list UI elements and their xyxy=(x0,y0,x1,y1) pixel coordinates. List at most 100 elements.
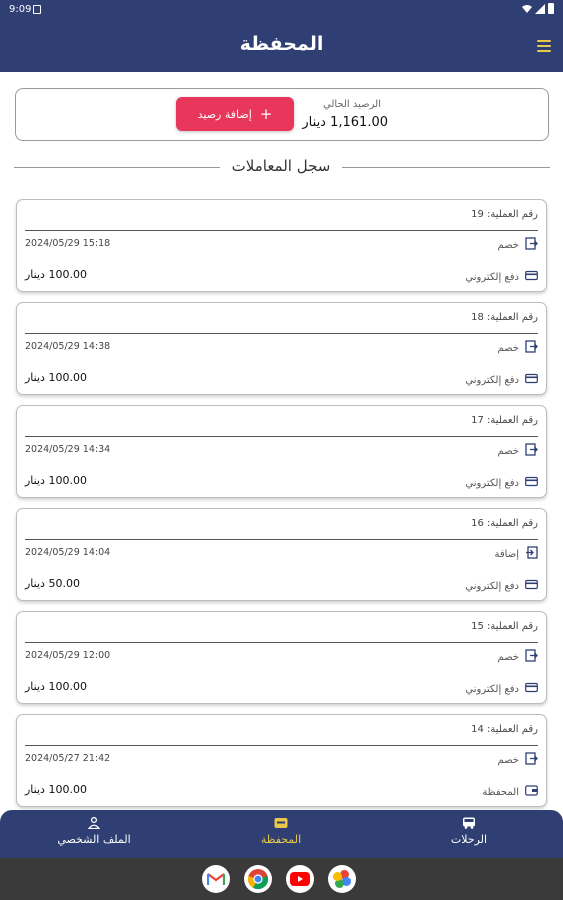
section-title: سجل المعاملات xyxy=(231,157,331,175)
debit-icon xyxy=(525,443,538,459)
transaction-method: دفع إلكتروني xyxy=(465,269,538,285)
transaction-type: إضافة xyxy=(495,546,538,562)
transaction-amount: 50.00 دينار xyxy=(25,577,80,590)
nav-trips-label: الرحلات xyxy=(450,833,488,846)
transaction-method-label: المحفظة xyxy=(482,786,519,798)
transaction-card: رقم العملية: 15 2024/05/29 12:00 خصم 100.00… xyxy=(16,611,547,704)
divider xyxy=(25,436,538,437)
app-bar: المحفظة xyxy=(0,20,563,72)
debit-icon xyxy=(525,649,538,665)
card-icon xyxy=(525,578,538,594)
transaction-method-label: دفع إلكتروني xyxy=(465,683,519,695)
transaction-card: رقم العملية: 18 2024/05/29 14:38 خصم 100.00… xyxy=(16,302,547,395)
divider xyxy=(25,539,538,540)
transaction-type: خصم xyxy=(497,237,538,253)
transaction-date: 2024/05/27 21:42 xyxy=(25,753,111,764)
transaction-id: رقم العملية: 14 xyxy=(471,724,538,735)
transaction-date: 2024/05/29 12:00 xyxy=(25,650,111,661)
transaction-type-label: خصم xyxy=(497,651,519,663)
transaction-amount: 100.00 دينار xyxy=(25,783,87,796)
card-icon xyxy=(525,681,538,697)
bottom-nav: الملف الشخصي المحفظة الرحلات xyxy=(0,810,563,858)
transaction-amount: 100.00 دينار xyxy=(25,268,87,281)
menu-icon[interactable] xyxy=(537,40,551,52)
status-time: 9:09 xyxy=(9,4,32,15)
transaction-id: رقم العملية: 15 xyxy=(471,621,538,632)
transaction-type-label: خصم xyxy=(497,445,519,457)
divider xyxy=(14,167,220,168)
nav-wallet-label: المحفظة xyxy=(260,833,302,846)
photos-icon[interactable] xyxy=(328,865,356,893)
chrome-icon[interactable] xyxy=(244,865,272,893)
divider xyxy=(25,642,538,643)
nav-wallet[interactable]: المحفظة xyxy=(221,817,341,846)
nav-profile-label: الملف الشخصي xyxy=(57,833,131,846)
transaction-date: 2024/05/29 14:04 xyxy=(25,547,111,558)
transaction-type: خصم xyxy=(497,443,538,459)
balance-label: الرصيد الحالي xyxy=(323,99,381,110)
nav-profile[interactable]: الملف الشخصي xyxy=(34,817,154,846)
transaction-method-label: دفع إلكتروني xyxy=(465,271,519,283)
transaction-id: رقم العملية: 17 xyxy=(471,415,538,426)
card-icon xyxy=(525,269,538,285)
transaction-method: دفع إلكتروني xyxy=(465,681,538,697)
debit-icon xyxy=(525,340,538,356)
wallet-icon xyxy=(274,818,288,828)
divider xyxy=(342,167,550,168)
add-balance-label: إضافة رصيد xyxy=(197,107,252,121)
transaction-type-label: إضافة xyxy=(494,548,519,560)
transaction-card: رقم العملية: 19 2024/05/29 15:18 خصم 100.00… xyxy=(16,199,547,292)
status-bar: 9:09 xyxy=(0,0,563,20)
transaction-method-label: دفع إلكتروني xyxy=(465,580,519,592)
divider xyxy=(25,333,538,334)
gmail-icon[interactable] xyxy=(202,865,230,893)
wifi-icon xyxy=(522,4,532,13)
transaction-card: رقم العملية: 16 2024/05/29 14:04 إضافة 50.0… xyxy=(16,508,547,601)
transaction-id: رقم العملية: 16 xyxy=(471,518,538,529)
transaction-type-label: خصم xyxy=(497,239,519,251)
status-icons xyxy=(522,3,554,14)
balance-card: الرصيد الحالي 1,161.00 دينار إضافة رصيد … xyxy=(15,88,549,141)
transaction-card: رقم العملية: 17 2024/05/29 14:34 خصم 100.00… xyxy=(16,405,547,498)
transaction-id: رقم العملية: 19 xyxy=(471,209,538,220)
person-icon xyxy=(87,817,101,829)
youtube-icon[interactable] xyxy=(286,865,314,893)
divider xyxy=(25,230,538,231)
card-icon xyxy=(525,372,538,388)
transaction-method-label: دفع إلكتروني xyxy=(465,374,519,386)
debit-icon xyxy=(525,237,538,253)
transaction-method-label: دفع إلكتروني xyxy=(465,477,519,489)
transaction-method: دفع إلكتروني xyxy=(465,578,538,594)
transaction-type-label: خصم xyxy=(497,342,519,354)
add-balance-button[interactable]: إضافة رصيد + xyxy=(176,97,294,131)
transaction-amount: 100.00 دينار xyxy=(25,680,87,693)
transaction-method: المحفظة xyxy=(482,784,538,800)
transaction-date: 2024/05/29 14:34 xyxy=(25,444,111,455)
wallet-icon xyxy=(525,784,538,800)
balance-value: 1,161.00 دينار xyxy=(302,115,388,130)
transaction-method: دفع إلكتروني xyxy=(465,372,538,388)
transaction-amount: 100.00 دينار xyxy=(25,474,87,487)
nav-trips[interactable]: الرحلات xyxy=(409,817,529,846)
battery-icon xyxy=(548,3,554,14)
transaction-date: 2024/05/29 15:18 xyxy=(25,238,111,249)
plus-icon: + xyxy=(259,104,273,123)
transaction-card: رقم العملية: 14 2024/05/27 21:42 خصم 100.00… xyxy=(16,714,547,807)
card-icon xyxy=(525,475,538,491)
transaction-type: خصم xyxy=(497,340,538,356)
transaction-amount: 100.00 دينار xyxy=(25,371,87,384)
transaction-type: خصم xyxy=(497,649,538,665)
transaction-type-label: خصم xyxy=(497,754,519,766)
cellular-icon xyxy=(535,3,545,14)
transaction-id: رقم العملية: 18 xyxy=(471,312,538,323)
transaction-date: 2024/05/29 14:38 xyxy=(25,341,111,352)
transaction-method: دفع إلكتروني xyxy=(465,475,538,491)
transactions-section-header: سجل المعاملات xyxy=(14,156,550,178)
transactions-list: رقم العملية: 19 2024/05/29 15:18 خصم 100.00… xyxy=(16,199,547,817)
system-dock xyxy=(0,858,563,900)
bus-icon xyxy=(463,817,475,829)
credit-icon xyxy=(525,546,538,562)
transaction-type: خصم xyxy=(497,752,538,768)
debit-icon xyxy=(525,752,538,768)
divider xyxy=(25,745,538,746)
